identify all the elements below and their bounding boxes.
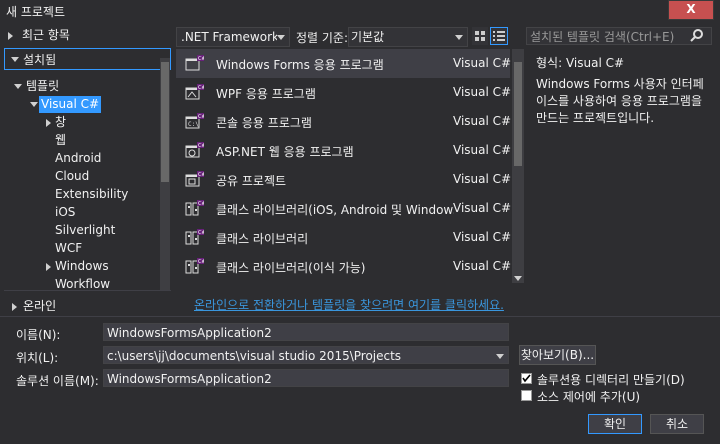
template-row[interactable]: C# 클래스 라이브러리(iOS, Android 및 Windows...Vis…	[176, 194, 512, 223]
template-name: Windows Forms 응용 프로그램	[216, 58, 384, 72]
tree-node-label: Cloud	[55, 169, 90, 183]
template-row[interactable]: C# 공유 프로젝트 Visual C#	[176, 165, 512, 194]
checkmark-icon	[522, 374, 531, 383]
framework-select[interactable]: .NET Framework 4.5	[176, 27, 290, 47]
divider	[4, 290, 171, 291]
tree-node-label: 웹	[55, 133, 67, 147]
collapse-arrow-icon	[30, 102, 38, 107]
title-bar: 새 프로젝트 X	[0, 0, 720, 21]
template-row[interactable]: C# ASP.NET 웹 응용 프로그램 Visual C#	[176, 136, 512, 165]
details-description: Windows Forms 사용자 인터페이스를 사용하여 응용 프로그램을 만…	[536, 77, 704, 125]
svg-text:C#: C#	[198, 143, 204, 149]
location-label: 위치(L):	[16, 351, 59, 365]
tree-node-label: 창	[55, 115, 67, 129]
winforms-icon: C#	[184, 55, 206, 73]
svg-text:C#: C#	[198, 259, 204, 265]
svg-text:C#: C#	[198, 201, 204, 207]
template-language: Visual C#	[453, 56, 512, 70]
chevron-down-icon	[277, 35, 285, 40]
svg-text:C:\: C:\	[188, 121, 199, 128]
template-name: 클래스 라이브러리(iOS, Android 및 Windows...	[216, 203, 454, 217]
template-name: 콘솔 응용 프로그램	[216, 116, 312, 130]
scroll-down-icon[interactable]	[514, 276, 522, 281]
template-name: 공유 프로젝트	[216, 174, 287, 188]
ok-button[interactable]: 확인	[588, 414, 642, 434]
tree-node-label: Windows	[55, 259, 109, 273]
tree-scroll-thumb[interactable]	[161, 62, 169, 182]
template-language: Visual C#	[453, 85, 512, 99]
view-list-button[interactable]	[490, 27, 508, 45]
template-name: WPF 응용 프로그램	[216, 87, 316, 101]
details-type: 형식: Visual C#	[536, 56, 625, 70]
class-library-icon: C#	[184, 229, 206, 247]
template-language: Visual C#	[453, 201, 512, 215]
name-label: 이름(N):	[16, 328, 61, 342]
solution-input[interactable]: WindowsFormsApplication2	[103, 369, 509, 387]
web-app-icon: C#	[184, 142, 206, 160]
create-dir-label: 솔루션용 디렉터리 만들기(D)	[537, 373, 685, 387]
console-icon: C:\C#	[184, 113, 206, 131]
solution-label: 솔루션 이름(M):	[16, 374, 99, 388]
chevron-down-icon	[455, 35, 463, 40]
browse-button[interactable]: 찾아보기(B)...	[519, 345, 596, 365]
cancel-button[interactable]: 취소	[650, 414, 704, 434]
tree-node-label: iOS	[55, 205, 76, 219]
divider	[0, 316, 720, 317]
online-link[interactable]: 온라인으로 전환하거나 템플릿을 찾으려면 여기를 클릭하세요.	[194, 296, 504, 313]
collapse-arrow-icon	[11, 57, 19, 62]
tree-node-label: WCF	[55, 241, 83, 255]
tree-node-label: Silverlight	[55, 223, 116, 237]
chevron-down-icon	[496, 354, 504, 359]
name-input[interactable]: WindowsFormsApplication2	[103, 323, 509, 341]
template-name: ASP.NET 웹 응용 프로그램	[216, 145, 354, 159]
location-select[interactable]: c:\users\jj\documents\visual studio 2015…	[103, 346, 509, 364]
close-button[interactable]: X	[668, 0, 714, 20]
template-language: Visual C#	[453, 259, 512, 273]
search-icon[interactable]	[690, 29, 704, 43]
nav-installed[interactable]: 설치됨	[4, 48, 171, 70]
class-library-icon: C#	[184, 258, 206, 276]
add-source-label: 소스 제어에 추가(U)	[537, 390, 641, 404]
list-view-icon	[493, 31, 505, 41]
tree-node-label: Android	[55, 151, 102, 165]
svg-text:C#: C#	[198, 230, 204, 236]
expand-arrow-icon	[8, 32, 13, 40]
expand-arrow-icon	[46, 263, 51, 271]
tree-node-label: Extensibility	[55, 187, 129, 201]
template-row[interactable]: C:\C# 콘솔 응용 프로그램 Visual C#	[176, 107, 512, 136]
template-row[interactable]: C# 클래스 라이브러리(이식 가능) Visual C#	[176, 252, 512, 281]
template-language: Visual C#	[453, 114, 512, 128]
search-input[interactable]: 설치된 템플릿 검색(Ctrl+E)	[526, 27, 712, 45]
svg-text:C#: C#	[198, 172, 204, 178]
svg-text:C#: C#	[198, 114, 204, 120]
svg-text:C#: C#	[198, 85, 204, 91]
shared-project-icon: C#	[184, 171, 206, 189]
wpf-icon: C#	[184, 84, 206, 102]
expand-arrow-icon	[46, 119, 51, 127]
add-source-checkbox[interactable]	[521, 390, 532, 401]
template-row[interactable]: C# WPF 응용 프로그램 Visual C#	[176, 78, 512, 107]
collapse-arrow-icon	[14, 84, 22, 89]
template-language: Visual C#	[453, 230, 512, 244]
template-row[interactable]: C# 클래스 라이브러리 Visual C#	[176, 223, 512, 252]
grid-view-icon	[475, 31, 485, 41]
class-library-icon: C#	[184, 200, 206, 218]
sort-label: 정렬 기준:	[296, 31, 349, 45]
view-grid-button[interactable]	[472, 27, 488, 45]
create-dir-checkbox[interactable]	[521, 373, 532, 384]
template-language: Visual C#	[453, 172, 512, 186]
list-scroll-thumb[interactable]	[514, 62, 522, 166]
svg-text:C#: C#	[198, 56, 204, 62]
template-name: 클래스 라이브러리(이식 가능)	[216, 261, 366, 275]
template-row[interactable]: C# Windows Forms 응용 프로그램 Visual C#	[176, 49, 512, 78]
window-title: 새 프로젝트	[6, 5, 66, 19]
expand-arrow-icon	[12, 303, 17, 311]
template-name: 클래스 라이브러리	[216, 232, 309, 246]
template-language: Visual C#	[453, 143, 512, 157]
sort-select[interactable]: 기본값	[348, 27, 468, 47]
